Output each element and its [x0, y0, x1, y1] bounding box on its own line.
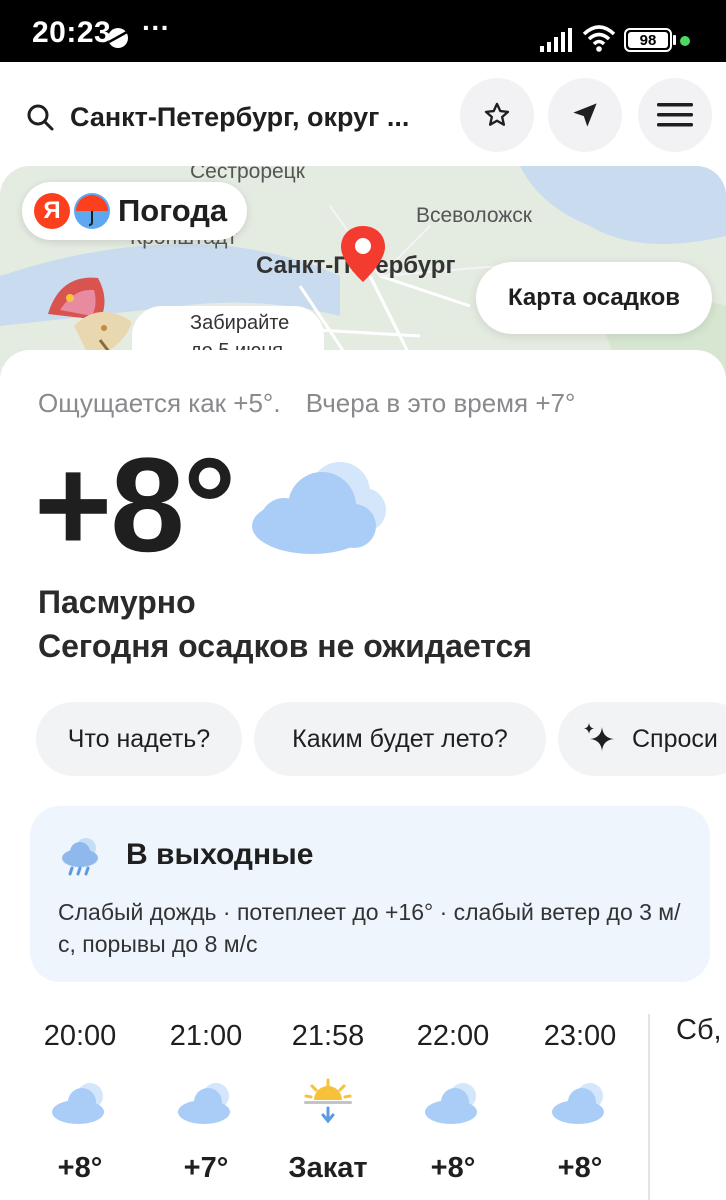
app-header: Санкт-Петербург, округ ... [0, 62, 726, 166]
yandex-weather-logo[interactable]: Я Погода [22, 182, 248, 240]
status-time: 20:23 [32, 16, 112, 49]
hour-time: 23:00 [543, 1020, 617, 1052]
status-indicator-dot [680, 36, 690, 46]
weekend-forecast-card[interactable]: В выходные Слабый дождь · потеплеет до +… [30, 806, 710, 982]
feels-like-line: Ощущается как +5°. Вчера в это время +7° [38, 388, 575, 419]
chip-ask-ai-label: Спроси [632, 724, 718, 753]
cloud-icon [178, 1083, 230, 1124]
current-temperature: +8° [34, 431, 236, 580]
hour-item[interactable]: 22:00 +8° [398, 1014, 508, 1185]
cloud-icon [252, 462, 386, 554]
sunset-icon [304, 1078, 352, 1124]
hour-item[interactable]: 21:00 +7° [151, 1014, 261, 1185]
chip-what-to-wear[interactable]: Что надеть? [36, 702, 242, 776]
rain-cloud-icon [62, 838, 98, 876]
hour-temp: +8° [557, 1152, 603, 1184]
cloud-icon [552, 1083, 604, 1124]
hour-time: 21:58 [291, 1020, 365, 1052]
hour-item[interactable]: 21:58 Закат [273, 1014, 383, 1185]
yesterday-text: Вчера в это время +7° [305, 388, 576, 418]
star-icon [484, 102, 510, 126]
location-arrow-icon [573, 103, 597, 127]
hour-item[interactable]: 23:00 +8° [525, 1014, 635, 1185]
hour-time: 20:00 [43, 1020, 117, 1052]
promo-line-1: Забирайте [190, 312, 290, 334]
planet-icon [108, 28, 128, 48]
condition-text: Пасмурно [38, 584, 196, 620]
status-more-dots: ··· [142, 12, 170, 43]
location-search[interactable]: Санкт-Петербург, округ ... [26, 100, 446, 134]
map-pin-icon [341, 226, 385, 282]
cloud-icon [425, 1083, 477, 1124]
hour-item[interactable]: 20:00 +8° [25, 1014, 135, 1185]
weekend-title: В выходные [126, 838, 314, 871]
precipitation-note: Сегодня осадков не ожидается [38, 628, 532, 664]
menu-icon [657, 103, 693, 127]
battery-icon: 98 [624, 28, 672, 52]
sparkle-icon [584, 723, 614, 751]
logo-title: Погода [118, 193, 228, 228]
search-icon [27, 104, 54, 131]
next-day-label: Сб, [676, 1014, 722, 1046]
map-label-vsevolozhsk: Всеволожск [416, 204, 532, 227]
hour-time: 22:00 [416, 1020, 490, 1052]
location-name: Санкт-Петербург, округ ... [70, 101, 410, 132]
menu-button[interactable] [638, 78, 712, 152]
day-divider [648, 1014, 650, 1200]
chip-ask-ai[interactable]: Спроси [558, 702, 726, 776]
wifi-icon [582, 25, 616, 52]
hour-sunset-label: Закат [288, 1152, 368, 1184]
favorite-button[interactable] [460, 78, 534, 152]
cloud-icon [52, 1083, 104, 1124]
my-location-button[interactable] [548, 78, 622, 152]
feels-like-text: Ощущается как +5°. [38, 388, 281, 418]
yandex-logo-icon: Я [34, 193, 70, 229]
hour-time: 21:00 [169, 1020, 243, 1052]
battery-level: 98 [628, 32, 668, 49]
hourly-forecast[interactable]: 20:00 +8° 21:00 +7° 21:58 Закат 22:00 +8… [0, 1014, 726, 1200]
status-bar: 20:23 ··· 98 [0, 0, 726, 62]
chip-summer-forecast[interactable]: Каким будет лето? [254, 702, 546, 776]
battery-cap [673, 35, 676, 45]
hour-temp: +8° [57, 1152, 103, 1184]
hour-temp: +7° [183, 1152, 229, 1184]
weekend-description: Слабый дождь · потеплеет до +16° · слабы… [58, 899, 681, 957]
umbrella-logo-icon [74, 193, 110, 229]
precipitation-map-button[interactable]: Карта осадков [476, 262, 712, 334]
signal-icon [540, 28, 572, 52]
hour-temp: +8° [430, 1152, 476, 1184]
